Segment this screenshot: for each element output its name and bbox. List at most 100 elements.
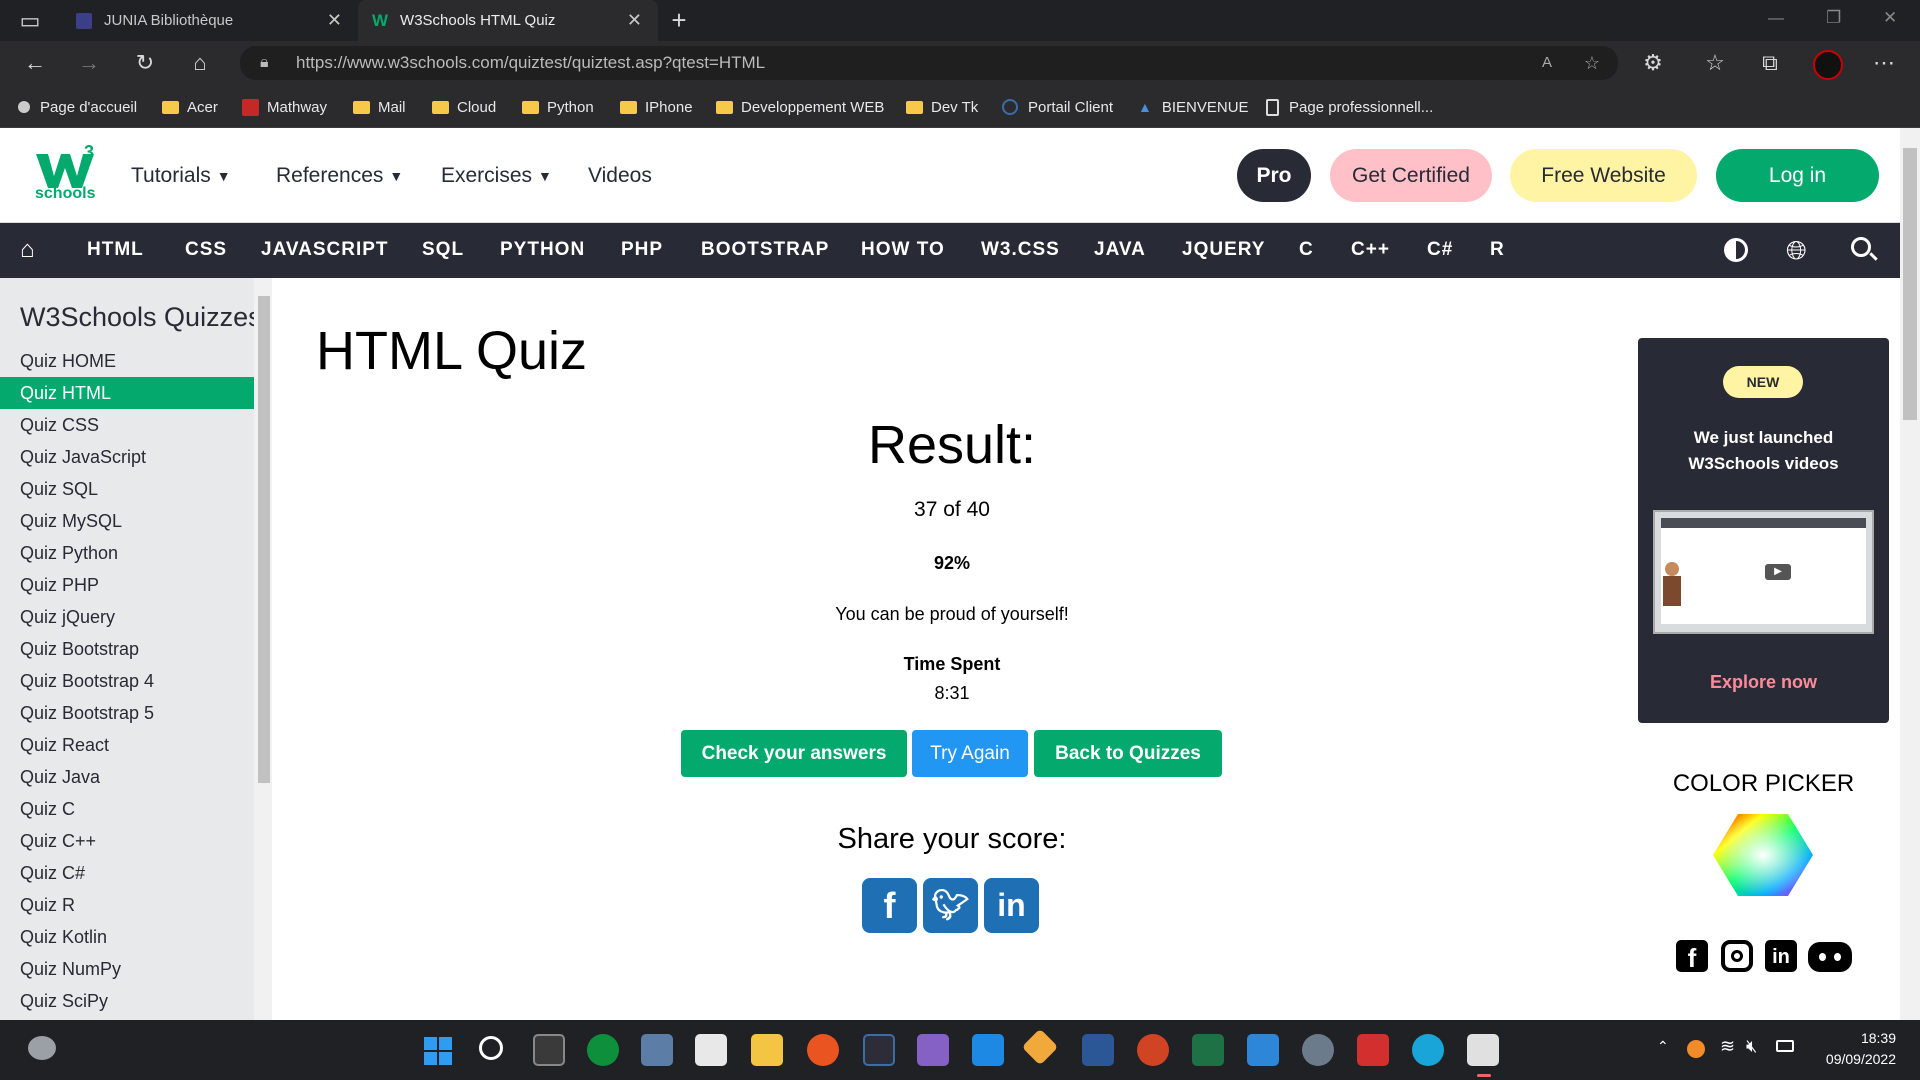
- read-aloud-icon[interactable]: A: [1542, 46, 1552, 80]
- bookmark-item[interactable]: Mail: [353, 95, 406, 119]
- snipping-tool-icon[interactable]: [1467, 1034, 1499, 1066]
- topnav-jquery[interactable]: JQUERY: [1182, 239, 1265, 261]
- mail-icon[interactable]: [1247, 1034, 1279, 1066]
- start-icon[interactable]: [424, 1037, 452, 1065]
- bookmark-item[interactable]: Cloud: [432, 95, 496, 119]
- discord-icon[interactable]: [1808, 942, 1852, 972]
- linkedin-icon[interactable]: in: [1765, 940, 1797, 972]
- sidebar-item[interactable]: Quiz R: [0, 889, 254, 921]
- app-icon[interactable]: [587, 1034, 619, 1066]
- dark-mode-icon[interactable]: [1724, 238, 1748, 262]
- sidebar-item[interactable]: Quiz jQuery: [0, 601, 254, 633]
- sidebar-item[interactable]: Quiz MySQL: [0, 505, 254, 537]
- videos-ad-panel[interactable]: NEW We just launched W3Schools videos ▶ …: [1638, 338, 1889, 723]
- sidebar-item[interactable]: Quiz CSS: [0, 409, 254, 441]
- tab-w3schools[interactable]: W W3Schools HTML Quiz ✕: [358, 0, 658, 41]
- explore-now-link[interactable]: Explore now: [1638, 672, 1889, 693]
- bookmark-item[interactable]: Dev Tk: [906, 95, 978, 119]
- topnav-sql[interactable]: SQL: [422, 239, 464, 261]
- sidebar-item[interactable]: Quiz Bootstrap 4: [0, 665, 254, 697]
- page-scroll-thumb[interactable]: [1903, 148, 1917, 420]
- close-tab-icon[interactable]: ✕: [327, 10, 342, 31]
- nav-tutorials[interactable]: Tutorials ▼: [131, 164, 231, 188]
- nav-exercises[interactable]: Exercises ▼: [441, 164, 552, 188]
- search-icon[interactable]: [1851, 237, 1878, 261]
- sidebar-scroll-thumb[interactable]: [258, 296, 270, 783]
- favorites-icon[interactable]: ☆: [1700, 48, 1730, 78]
- tab-actions-icon[interactable]: ▭: [15, 6, 45, 36]
- clock-date[interactable]: 09/09/2022: [1796, 1051, 1896, 1067]
- bookmark-item[interactable]: Page d'accueil: [18, 95, 137, 119]
- topnav-python[interactable]: PYTHON: [500, 239, 585, 261]
- sidebar-item[interactable]: Quiz Kotlin: [0, 921, 254, 953]
- nav-references[interactable]: References ▼: [276, 164, 403, 188]
- bookmark-item[interactable]: Page professionnell...: [1266, 95, 1433, 119]
- edge-icon[interactable]: [1412, 1034, 1444, 1066]
- sidebar-item[interactable]: Quiz HTML: [0, 377, 254, 409]
- extensions-icon[interactable]: ⚙: [1638, 48, 1668, 78]
- clock-time[interactable]: 18:39: [1816, 1030, 1896, 1046]
- vscode-icon[interactable]: [972, 1034, 1004, 1066]
- nav-videos[interactable]: Videos: [588, 164, 652, 188]
- globe-icon[interactable]: 🌐︎: [1786, 235, 1807, 267]
- twitter-icon[interactable]: 🐦︎: [923, 878, 978, 933]
- topnav-r[interactable]: R: [1490, 239, 1505, 261]
- topnav-cpp[interactable]: C++: [1351, 239, 1390, 261]
- wifi-icon[interactable]: ≋: [1720, 1036, 1735, 1057]
- close-tab-icon[interactable]: ✕: [627, 10, 642, 31]
- terminal-icon[interactable]: [863, 1034, 895, 1066]
- topnav-bootstrap[interactable]: BOOTSTRAP: [701, 239, 829, 261]
- login-button[interactable]: Log in: [1716, 149, 1879, 202]
- topnav-css[interactable]: CSS: [185, 239, 227, 261]
- topnav-java[interactable]: JAVA: [1094, 239, 1146, 261]
- ubuntu-icon[interactable]: [807, 1034, 839, 1066]
- refresh-icon[interactable]: ↻: [130, 48, 160, 78]
- home-icon[interactable]: ⌂: [20, 236, 35, 264]
- acrobat-icon[interactable]: [1357, 1034, 1389, 1066]
- tab-junia[interactable]: JUNIA Bibliothèque ✕: [62, 0, 358, 41]
- word-icon[interactable]: [1082, 1034, 1114, 1066]
- topnav-w3css[interactable]: W3.CSS: [981, 239, 1060, 261]
- more-menu-icon[interactable]: ⋯: [1869, 48, 1899, 78]
- lock-icon[interactable]: 🔒︎: [260, 46, 269, 80]
- volume-icon[interactable]: 🔇︎: [1746, 1036, 1757, 1057]
- url-field[interactable]: 🔒︎ https://www.w3schools.com/quiztest/qu…: [240, 46, 1618, 80]
- sidebar-item[interactable]: Quiz SQL: [0, 473, 254, 505]
- bookmark-item[interactable]: Portail Client: [1002, 95, 1113, 119]
- sidebar-item[interactable]: Quiz SciPy: [0, 985, 254, 1017]
- sidebar-item[interactable]: Quiz HOME: [0, 345, 254, 377]
- sidebar-item[interactable]: Quiz Python: [0, 537, 254, 569]
- free-website-button[interactable]: Free Website: [1510, 149, 1697, 202]
- back-icon[interactable]: ←: [20, 48, 50, 78]
- sidebar-item[interactable]: Quiz C#: [0, 857, 254, 889]
- instagram-icon[interactable]: [1721, 940, 1753, 972]
- back-to-quizzes-button[interactable]: Back to Quizzes: [1034, 730, 1222, 777]
- close-window-icon[interactable]: ✕: [1883, 8, 1897, 28]
- app-icon[interactable]: [1021, 1028, 1059, 1066]
- maximize-icon[interactable]: ❐: [1826, 8, 1841, 28]
- topnav-howto[interactable]: HOW TO: [861, 239, 945, 261]
- bookmark-item[interactable]: ▲ BIENVENUE: [1138, 95, 1249, 119]
- store-icon[interactable]: [695, 1034, 727, 1066]
- bookmark-item[interactable]: Developpement WEB: [716, 95, 884, 119]
- bookmark-item[interactable]: Python: [522, 95, 594, 119]
- visual-studio-icon[interactable]: [917, 1034, 949, 1066]
- sidebar-item[interactable]: Quiz PHP: [0, 569, 254, 601]
- topnav-csharp[interactable]: C#: [1427, 239, 1453, 261]
- tray-app-icon[interactable]: [1687, 1040, 1705, 1058]
- color-picker-icon[interactable]: [1713, 812, 1813, 898]
- pro-button[interactable]: Pro: [1237, 149, 1311, 202]
- battery-icon[interactable]: [1776, 1040, 1794, 1052]
- sidebar-item[interactable]: Quiz C: [0, 793, 254, 825]
- collections-icon[interactable]: ⧉: [1755, 48, 1785, 78]
- facebook-icon[interactable]: f: [1676, 940, 1708, 973]
- sidebar-item[interactable]: Quiz NumPy: [0, 953, 254, 985]
- sidebar-item[interactable]: Quiz Bootstrap: [0, 633, 254, 665]
- file-explorer-icon[interactable]: [751, 1034, 783, 1066]
- w3schools-logo[interactable]: 3 schools: [34, 142, 104, 204]
- profile-avatar[interactable]: [1813, 50, 1843, 80]
- topnav-javascript[interactable]: JAVASCRIPT: [261, 239, 389, 261]
- topnav-c[interactable]: C: [1299, 239, 1314, 261]
- linkedin-icon[interactable]: in: [984, 878, 1039, 933]
- facebook-icon[interactable]: f: [862, 878, 917, 933]
